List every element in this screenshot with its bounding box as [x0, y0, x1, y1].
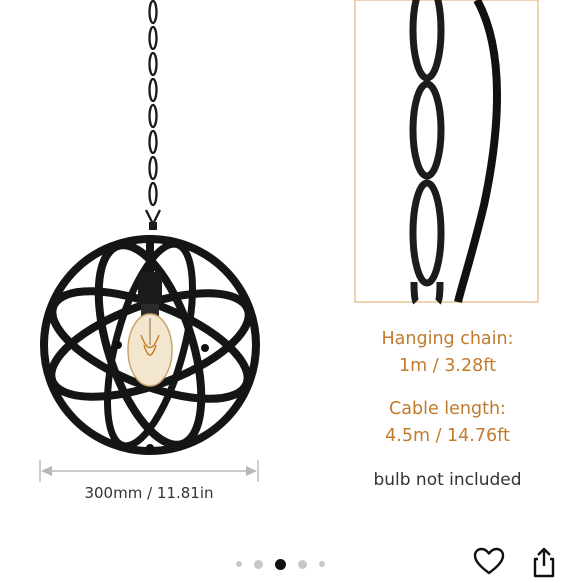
bulb-note: bulb not included — [373, 470, 522, 490]
hanging-chain-value: 1m / 3.28ft — [399, 356, 496, 376]
lamp-chain — [144, 0, 162, 227]
pagination-dot[interactable] — [298, 559, 307, 569]
pagination-dot-active[interactable] — [275, 558, 286, 570]
share-button[interactable] — [527, 545, 561, 579]
heart-icon — [473, 547, 505, 575]
pagination-dot[interactable] — [319, 561, 325, 567]
edison-bulb — [127, 313, 173, 387]
dimension-label: 300mm / 11.81in — [84, 484, 214, 502]
bulb-socket — [138, 235, 162, 316]
share-icon — [533, 547, 555, 578]
pagination-dot[interactable] — [236, 561, 242, 567]
chain-closeup — [409, 0, 445, 305]
wishlist-button[interactable] — [472, 545, 506, 579]
dimension-arrow — [39, 460, 259, 482]
cable-length-spec: Cable length: 4.5m / 14.76ft — [355, 396, 540, 450]
hanging-chain-label: Hanging chain: — [381, 329, 514, 349]
cable-length-label: Cable length: — [389, 399, 506, 419]
hanging-chain-spec: Hanging chain: 1m / 3.28ft — [355, 326, 540, 380]
image-pagination — [236, 557, 325, 571]
pagination-dot[interactable] — [254, 559, 263, 569]
chain-closeup-frame — [354, 0, 539, 303]
power-cable — [454, 0, 501, 303]
cable-length-value: 4.5m / 14.76ft — [385, 426, 510, 446]
